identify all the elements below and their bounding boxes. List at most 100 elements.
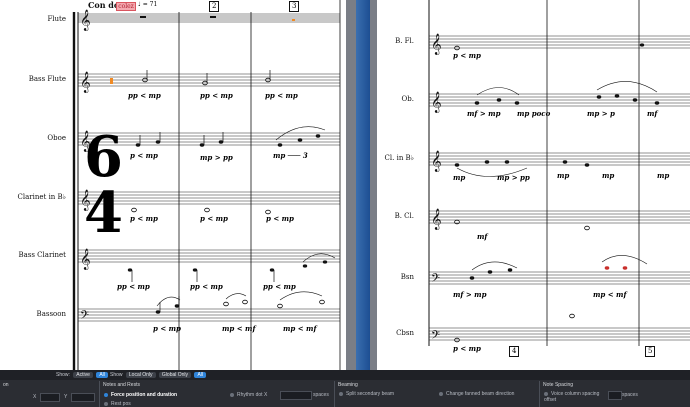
filter-global-only-button[interactable]: Global Only [158, 372, 192, 378]
filter-active-button[interactable]: Active [73, 372, 93, 378]
rhythm-dot-x-option[interactable]: Rhythm dot X [230, 392, 267, 398]
section-note-spacing: Note Spacing Voice column spacing offset… [539, 381, 690, 407]
property-toggle-icon[interactable] [544, 391, 548, 396]
dynamic-marking[interactable]: mp [453, 173, 465, 182]
dynamic-marking[interactable]: p < mp [453, 51, 481, 60]
dynamic-marking[interactable]: pp < mp [190, 282, 223, 291]
dynamic-marking[interactable]: p < mp [153, 324, 181, 333]
dynamic-marking[interactable]: p < mp [200, 214, 228, 223]
dynamic-marking[interactable]: mp > pp [497, 173, 530, 182]
rhythm-dot-x-input[interactable] [280, 391, 312, 400]
option-label: Voice column spacing offset [544, 391, 600, 403]
bar-number: 3 [289, 1, 300, 12]
units-label: spaces [313, 392, 329, 398]
dynamic-marking[interactable]: pp < mp [117, 282, 150, 291]
instrument-label-bass-flute[interactable]: Bass Flute [0, 75, 66, 83]
section-notes-and-rests: Notes and Rests Force position and durat… [99, 381, 334, 407]
dynamic-marking[interactable]: p < mp [266, 214, 294, 223]
time-signature-top: 6 [84, 124, 123, 190]
svg-text:𝄢: 𝄢 [80, 309, 89, 325]
dynamic-marking[interactable]: mf [647, 109, 657, 118]
dynamic-marking[interactable]: mp poco [517, 109, 550, 118]
instrument-label-flute[interactable]: Flute [0, 15, 66, 23]
dynamic-marking[interactable]: mp ─── 3 [273, 151, 308, 160]
option-label: Change fanned beam direction [446, 391, 515, 397]
instrument-label-clarinet[interactable]: Clarinet in B♭ [0, 193, 66, 201]
dynamic-marking[interactable]: mp [557, 171, 569, 180]
y-offset-input[interactable] [71, 393, 95, 402]
svg-text:𝄞: 𝄞 [80, 72, 91, 93]
score-title: Con docolez [88, 0, 136, 11]
instrument-label-clarinet-short[interactable]: Cl. in B♭ [385, 154, 414, 162]
property-toggle-icon[interactable] [104, 392, 108, 397]
property-toggle-icon[interactable] [339, 391, 343, 396]
instrument-label-bass-clarinet-short[interactable]: B. Cl. [395, 212, 414, 220]
title-text: Con do [88, 0, 120, 10]
voice-column-option[interactable]: Voice column spacing offset [544, 391, 604, 403]
property-toggle-icon[interactable] [230, 392, 234, 397]
section-title: Beaming [338, 382, 358, 388]
filter-local-only-button[interactable]: Local Only [125, 372, 156, 378]
score-page-right[interactable]: 𝄞 𝄞 𝄞 𝄞 𝄢 𝄢 B. Fl. Ob. Cl. in B♭ B. Cl. Bsn … [377, 0, 690, 370]
rest-pos-option[interactable]: Rest pos [104, 401, 131, 407]
instrument-label-oboe-short[interactable]: Ob. [402, 95, 414, 103]
dynamic-marking[interactable]: mp [657, 171, 669, 180]
page-gap [356, 0, 370, 370]
svg-text:𝄞: 𝄞 [80, 249, 91, 270]
instrument-label-contrabassoon-short[interactable]: Cbsn [396, 329, 414, 337]
section-beaming: Beaming Split secondary beam Change fann… [334, 381, 539, 407]
dynamic-marking[interactable]: p < mp [453, 344, 481, 353]
option-label: Force position and duration [111, 392, 178, 398]
option-label: Split secondary beam [346, 391, 395, 397]
dynamic-marking[interactable]: p < mp [130, 214, 158, 223]
instrument-label-bass-flute-short[interactable]: B. Fl. [395, 37, 414, 45]
svg-text:𝄞: 𝄞 [431, 34, 442, 55]
score-page-left[interactable]: 𝄞 𝄞 𝄞 𝄞 𝄞 𝄢 Con docolez ♩ = 71 6 4 2 3 F… [0, 0, 346, 370]
option-label: Rhythm dot X [237, 392, 268, 398]
section-common: on X Y [0, 381, 98, 407]
dynamic-marking[interactable]: p < mp [130, 151, 158, 160]
bar-number: 2 [209, 1, 220, 12]
filter-all-button[interactable]: All [96, 372, 108, 378]
change-fanned-beam-option[interactable]: Change fanned beam direction [439, 391, 514, 397]
property-toggle-icon[interactable] [104, 401, 108, 406]
dynamic-marking[interactable]: mp < mf [593, 290, 626, 299]
option-label: Rest pos [111, 401, 131, 407]
dynamic-marking[interactable]: pp < mp [128, 91, 161, 100]
dynamic-marking[interactable]: mp < mf [283, 324, 316, 333]
right-page-staves: 𝄞 𝄞 𝄞 𝄞 𝄢 𝄢 [428, 0, 690, 346]
tempo-marking: ♩ = 71 [138, 1, 158, 8]
instrument-label-oboe[interactable]: Oboe [0, 134, 66, 142]
svg-text:𝄢: 𝄢 [431, 272, 440, 288]
svg-text:𝄞: 𝄞 [80, 10, 91, 31]
dynamic-marking[interactable]: mf [477, 232, 487, 241]
x-offset-input[interactable] [40, 393, 60, 402]
x-label: X [33, 394, 37, 400]
dynamic-marking[interactable]: pp < mp [263, 282, 296, 291]
svg-text:𝄞: 𝄞 [431, 151, 442, 172]
property-toggle-icon[interactable] [439, 391, 443, 396]
filter-scope-group: Show Local Only Global Only All [110, 372, 206, 378]
dynamic-marking[interactable]: mp [602, 171, 614, 180]
dynamic-marking[interactable]: mf > mp [453, 290, 486, 299]
split-secondary-beam-option[interactable]: Split secondary beam [339, 391, 399, 397]
dynamic-marking[interactable]: mp < mf [222, 324, 255, 333]
properties-filter-bar: Show: Active All Show Local Only Global … [0, 370, 690, 380]
voice-column-input[interactable] [608, 391, 622, 400]
svg-text:𝄢: 𝄢 [431, 329, 440, 345]
dynamic-marking[interactable]: pp < mp [200, 91, 233, 100]
dynamic-marking[interactable]: pp < mp [265, 91, 298, 100]
instrument-label-bassoon[interactable]: Bassoon [0, 310, 66, 318]
units-label: spaces [622, 392, 638, 398]
instrument-label-bassoon-short[interactable]: Bsn [401, 273, 414, 281]
force-position-option[interactable]: Force position and duration [104, 392, 177, 398]
dynamic-marking[interactable]: mp > pp [200, 153, 233, 162]
selected-title-text[interactable]: colez [116, 2, 136, 11]
instrument-label-bass-clarinet[interactable]: Bass Clarinet [0, 251, 66, 259]
filter-all-scope-button[interactable]: All [194, 372, 206, 378]
score-canvas[interactable]: 𝄞 𝄞 𝄞 𝄞 𝄞 𝄢 Con docolez ♩ = 71 6 4 2 3 F… [0, 0, 690, 370]
time-signature-bottom: 4 [84, 180, 123, 246]
dynamic-marking[interactable]: mf > mp [467, 109, 500, 118]
section-title: Note Spacing [543, 382, 574, 388]
dynamic-marking[interactable]: mp > p [587, 109, 615, 118]
